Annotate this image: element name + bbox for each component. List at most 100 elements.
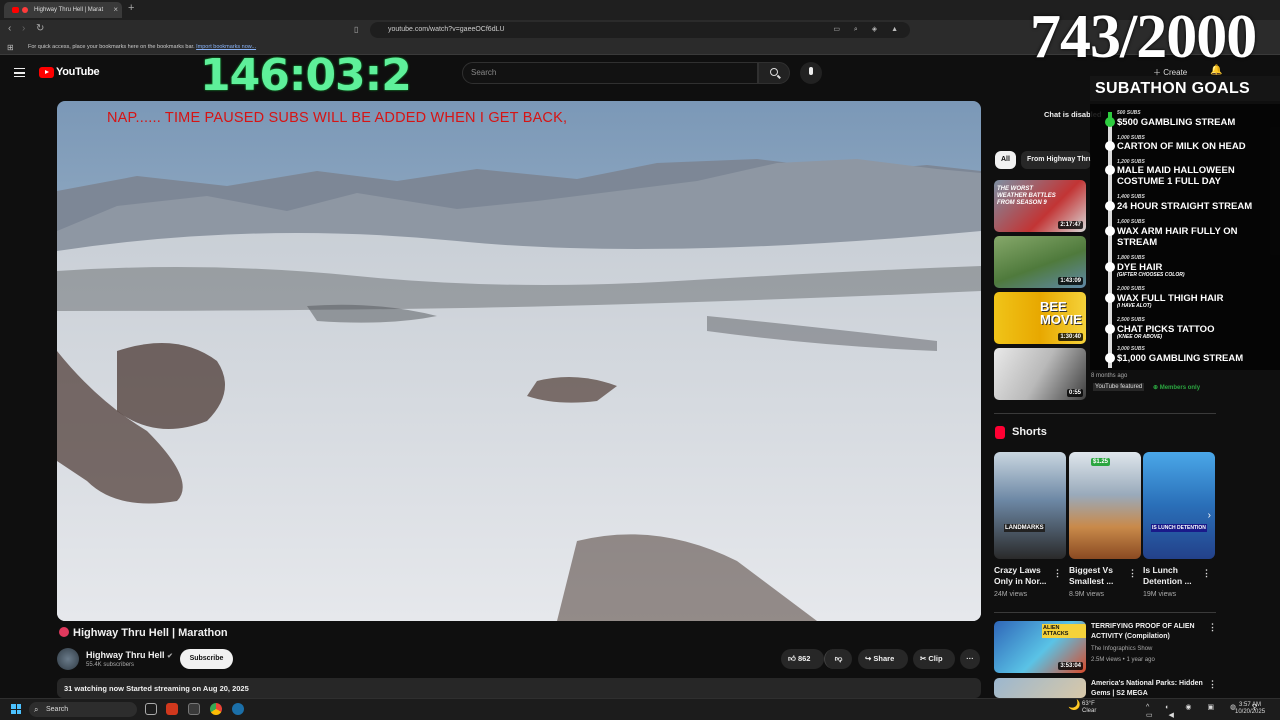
menu-icon[interactable] xyxy=(14,68,25,77)
reload-icon[interactable]: ↻ xyxy=(36,23,44,34)
short-title[interactable]: Is Lunch Detention ... xyxy=(1143,565,1203,587)
more-actions-button[interactable]: ··· xyxy=(960,649,980,669)
share-button[interactable]: ↪ Share xyxy=(858,649,908,669)
short-thumbnail[interactable]: IS LUNCH DETENTION › xyxy=(1143,452,1215,559)
youtube-logo-text[interactable]: YouTube xyxy=(56,66,100,78)
forward-icon[interactable]: › xyxy=(22,23,25,34)
goal-threshold: 1,800 SUBS xyxy=(1117,255,1145,261)
recommended-thumbnail[interactable]: THE WORST WEATHER BATTLES FROM SEASON 9 … xyxy=(994,180,1086,232)
youtube-featured-badge: YouTube featured xyxy=(1093,383,1145,391)
more-options-icon[interactable]: ⋮ xyxy=(1128,568,1137,579)
task-view-icon[interactable] xyxy=(145,703,157,715)
chip-all[interactable]: All xyxy=(995,151,1016,169)
tab-title: Highway Thru Hell | Marat xyxy=(34,7,104,13)
goal-title: WAX ARM HAIR FULLY ON STREAM xyxy=(1117,226,1238,248)
short-thumbnail[interactable]: LANDMARKS xyxy=(994,452,1066,559)
short-title[interactable]: Crazy Laws Only in Nor... xyxy=(994,565,1054,587)
recommended-meta: 2.5M views • 1 year ago xyxy=(1091,657,1155,663)
search-button[interactable] xyxy=(758,62,790,84)
more-options-icon[interactable]: ⋮ xyxy=(1053,568,1062,579)
recommended-thumbnail[interactable]: 1:43:09 xyxy=(994,236,1086,288)
more-options-icon[interactable]: ⋮ xyxy=(1208,679,1217,690)
short-title[interactable]: Biggest Vs Smallest ... xyxy=(1069,565,1129,587)
goal-threshold: 1,600 SUBS xyxy=(1117,219,1145,225)
apps-icon[interactable]: ⊞ xyxy=(7,40,14,55)
goal-title: CARTON OF MILK ON HEAD xyxy=(1117,141,1246,152)
recommended-thumbnail[interactable] xyxy=(994,678,1086,698)
stream-timer: 146:03:2 xyxy=(200,50,412,101)
video-title-text: Highway Thru Hell | Marathon xyxy=(73,627,228,639)
upload-age: 8 months ago xyxy=(1091,373,1128,379)
next-arrow-icon[interactable]: › xyxy=(1208,510,1211,521)
goal-note: (GIFTER CHOOSES COLOR) xyxy=(1117,272,1185,278)
thumbs-up-icon: 👍︎ xyxy=(788,654,796,663)
taskbar-search[interactable]: ⌕ Search xyxy=(29,702,137,717)
thumbnail-text: THE WORST WEATHER BATTLES FROM SEASON 9 xyxy=(997,186,1056,206)
weather-widget[interactable]: 63°F Clear xyxy=(1082,701,1096,715)
recommended-thumbnail[interactable]: ALIEN ATTACKS 3:53:04 xyxy=(994,621,1086,673)
channel-avatar[interactable] xyxy=(57,648,79,670)
clock-time: 3:57 AM xyxy=(1239,702,1262,708)
address-bar[interactable]: youtube.com/watch?v=gaeeOCf6dLU ▭ ⌕ ◈ ▲ xyxy=(370,22,910,38)
clock[interactable]: 3:57 AM 10/20/2025 xyxy=(1235,702,1265,716)
tab-close-icon[interactable]: × xyxy=(113,2,118,18)
goal-threshold: 2,000 SUBS xyxy=(1117,286,1145,292)
terminal-icon[interactable] xyxy=(188,703,200,715)
youtube-logo-icon[interactable] xyxy=(39,67,54,78)
voice-search-button[interactable] xyxy=(800,62,822,84)
short-views: 24M views xyxy=(994,591,1028,598)
steam-icon[interactable] xyxy=(232,703,244,715)
recommended-channel[interactable]: The Infographics Show xyxy=(1091,646,1152,652)
short-badge: LANDMARKS xyxy=(1004,524,1045,532)
chip-from-channel[interactable]: From Highway Thru Hell xyxy=(1021,151,1091,169)
recommended-title[interactable]: America's National Parks: Hidden Gems | … xyxy=(1091,679,1211,699)
channel-name[interactable]: Highway Thru Hell ✔ xyxy=(86,650,173,660)
clip-label: Clip xyxy=(928,654,943,663)
shorts-heading: Shorts xyxy=(1012,426,1047,438)
chrome-icon[interactable] xyxy=(210,703,222,715)
thumbnail-badge: ALIEN ATTACKS xyxy=(1042,624,1086,638)
goal-marker xyxy=(1105,353,1115,363)
short-views: 8.9M views xyxy=(1069,591,1105,598)
goal-marker xyxy=(1105,324,1115,334)
new-tab-icon[interactable]: + xyxy=(128,2,134,14)
duration-badge: 0:55 xyxy=(1066,389,1083,397)
dislike-button[interactable]: 👎︎ xyxy=(824,649,852,669)
duration-badge: 2:17:47 xyxy=(1058,221,1083,229)
subscribe-button[interactable]: Subscribe xyxy=(180,649,233,669)
windows-start-icon[interactable] xyxy=(11,704,21,714)
windows-taskbar: ⌕ Search 🌙 63°F Clear ^ ◐ ◉ ▣ ◍ ⚲ ▭ ◀ 3:5… xyxy=(0,698,1280,720)
like-count: 862 xyxy=(797,654,811,663)
bookmarks-hint: For quick access, place your bookmarks h… xyxy=(28,44,195,50)
goal-threshold: 3,000 SUBS xyxy=(1117,346,1145,352)
short-views: 19M views xyxy=(1143,591,1177,598)
recommended-title[interactable]: TERRIFYING PROOF OF ALIEN ACTIVITY (Comp… xyxy=(1091,622,1211,642)
taskbar-search-label: Search xyxy=(46,706,69,713)
like-button[interactable]: 👍︎ 862 xyxy=(781,649,824,669)
microphone-icon xyxy=(809,67,813,75)
goal-note: (KNEE OR ABOVE) xyxy=(1117,334,1163,340)
goal-title: 24 HOUR STRAIGHT STREAM xyxy=(1117,201,1253,212)
goal-marker xyxy=(1105,262,1115,272)
search-input[interactable]: Search xyxy=(462,62,758,84)
video-player[interactable]: NAP...... TIME PAUSED SUBS WILL BE ADDED… xyxy=(57,101,981,621)
description-box[interactable]: 31 watching now Started streaming on Aug… xyxy=(57,678,981,698)
more-options-icon[interactable]: ⋮ xyxy=(1208,622,1217,633)
goal-note: (I HAVE ALOT) xyxy=(1117,303,1152,309)
weather-temp: 63°F xyxy=(1082,701,1095,707)
clock-date: 10/20/2025 xyxy=(1235,709,1266,715)
recommended-thumbnail[interactable]: 0:55 xyxy=(994,348,1086,400)
short-thumbnail[interactable]: $1.25 xyxy=(1069,452,1141,559)
goal-marker xyxy=(1105,293,1115,303)
back-icon[interactable]: ‹ xyxy=(8,23,11,34)
brave-icon[interactable] xyxy=(166,703,178,715)
browser-tab[interactable]: Highway Thru Hell | Marat × xyxy=(4,2,122,18)
search-icon xyxy=(770,68,778,76)
more-options-icon[interactable]: ⋮ xyxy=(1202,568,1211,579)
address-bar-icons: ▭ ⌕ ◈ ▲ xyxy=(833,26,904,33)
weather-icon: 🌙 xyxy=(1068,700,1081,711)
bookmark-icon[interactable]: ▯ xyxy=(354,25,358,34)
goal-title: MALE MAID HALLOWEEN COSTUME 1 FULL DAY xyxy=(1117,165,1235,187)
recommended-thumbnail[interactable]: BEE MOVIE 1:30:40 xyxy=(994,292,1086,344)
clip-button[interactable]: ✂ Clip xyxy=(913,649,955,669)
